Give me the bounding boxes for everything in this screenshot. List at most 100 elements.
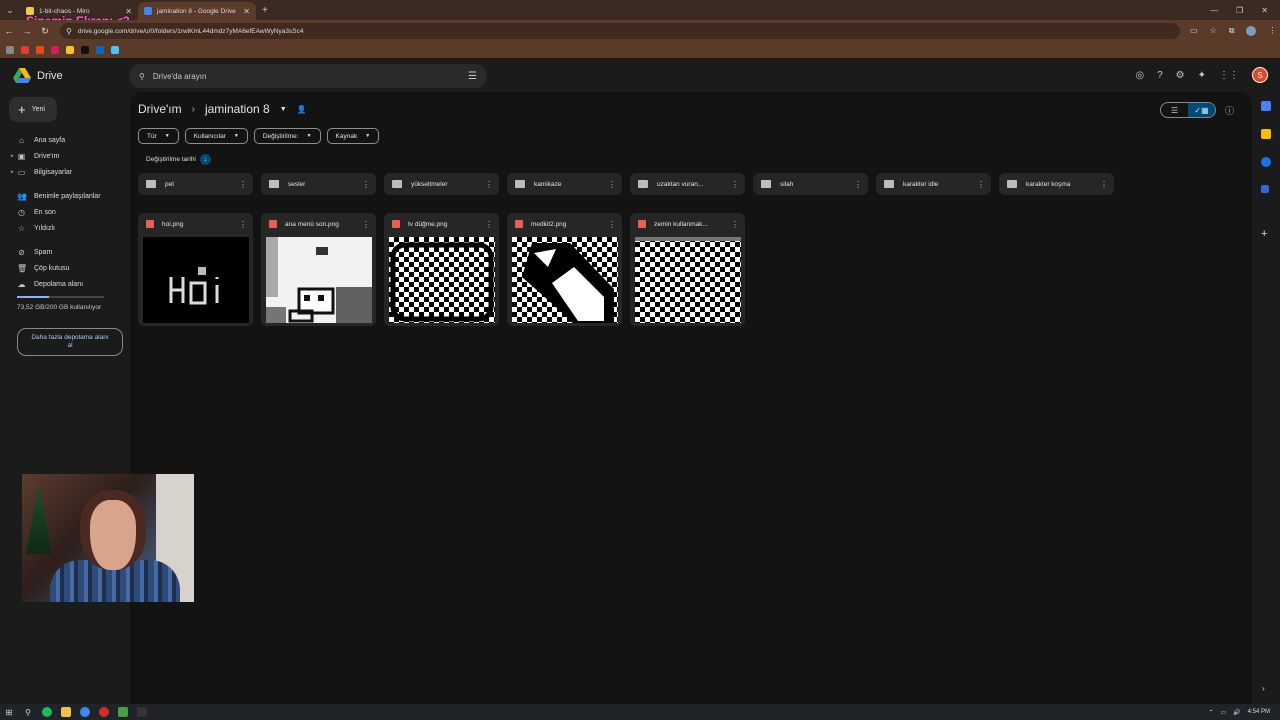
settings-gear-icon[interactable]: ⚙ [1176,70,1185,81]
folder-card[interactable]: kamikaze ⋮ [507,173,622,195]
sidebar-item-trash[interactable]: 🗑 Çöp kutusu [17,261,69,275]
chevron-down-icon[interactable]: ▼ [280,106,287,113]
app-icon[interactable] [118,707,128,717]
back-icon[interactable]: ← [0,26,18,36]
minimize-icon[interactable]: — [1210,6,1218,15]
obs-icon[interactable] [137,707,147,717]
more-options-icon[interactable]: ⋮ [731,180,739,189]
more-options-icon[interactable]: ⋮ [854,180,862,189]
tasks-icon[interactable] [1261,157,1271,167]
add-addon-icon[interactable]: + [1261,228,1267,240]
expand-panel-icon[interactable]: › [1262,684,1265,693]
opera-icon[interactable] [99,707,109,717]
file-card[interactable]: tv düğme.png ⋮ [384,213,499,326]
more-options-icon[interactable]: ⋮ [977,180,985,189]
keep-icon[interactable] [1261,129,1271,139]
contacts-icon[interactable] [1261,185,1269,193]
close-icon[interactable]: ✕ [243,7,250,16]
taskbar-search-icon[interactable]: ⚲ [23,707,33,717]
apps-icon[interactable] [6,46,14,54]
file-card[interactable]: hoi.png ⋮ [138,213,253,326]
file-card[interactable]: zemin kullanmak... ⋮ [630,213,745,326]
pinterest-bookmark-icon[interactable] [51,46,59,54]
linkedin-bookmark-icon[interactable] [96,46,104,54]
get-more-storage-button[interactable]: Daha fazla depolama alanı al [17,328,123,356]
account-avatar[interactable]: S [1252,67,1268,83]
url-field[interactable]: ⚲ drive.google.com/drive/u/0/folders/1rw… [60,23,1180,39]
more-options-icon[interactable]: ⋮ [1100,180,1108,189]
bookmark-star-icon[interactable]: ☆ [1210,26,1217,36]
sidebar-item-my-drive[interactable]: ▣ Drive'ım [17,149,60,163]
folder-card[interactable]: sesler ⋮ [261,173,376,195]
more-options-icon[interactable]: ⋮ [608,220,616,229]
tiktok-bookmark-icon[interactable] [81,46,89,54]
more-options-icon[interactable]: ⋮ [485,220,493,229]
tab-search-icon[interactable]: ⌄ [0,0,20,20]
help-icon[interactable]: ? [1157,70,1163,81]
more-options-icon[interactable]: ⋮ [485,180,493,189]
site-info-icon[interactable]: ⚲ [66,27,72,36]
filter-modified[interactable]: Değiştirilme: ▼ [253,128,321,144]
folder-card[interactable]: pet ⋮ [138,173,253,195]
new-tab-icon[interactable]: + [262,5,268,16]
sidebar-item-home[interactable]: ⌂ Ana sayfa [17,133,65,147]
extensions-icon[interactable]: ⧉ [1229,26,1235,36]
more-options-icon[interactable]: ⋮ [362,220,370,229]
list-view-button[interactable]: ☰ [1161,103,1188,117]
file-card[interactable]: medkit2.png ⋮ [507,213,622,326]
folder-card[interactable]: karakter idle ⋮ [876,173,991,195]
volume-icon[interactable]: 🔊 [1233,709,1240,716]
folder-card[interactable]: uzaktan vuran... ⋮ [630,173,745,195]
chrome-icon[interactable] [80,707,90,717]
folder-card[interactable]: silah ⋮ [753,173,868,195]
breadcrumb-current-folder[interactable]: jamination 8 [205,102,270,116]
info-icon[interactable]: ⓘ [1225,104,1234,117]
file-card[interactable]: ana menü son.png ⋮ [261,213,376,326]
sidebar-item-storage[interactable]: ☁ Depolama alanı [17,277,84,291]
new-button[interactable]: + Yeni [9,97,57,122]
calendar-icon[interactable] [1261,101,1271,111]
sort-control[interactable]: Değiştirilme tarihi ↓ [146,154,211,165]
folder-card[interactable]: karakter koşma ⋮ [999,173,1114,195]
search-input[interactable]: ⚲ Drive'da arayın ☰ [129,64,487,88]
filter-people[interactable]: Kullanıcılar ▼ [184,128,248,144]
folder-card[interactable]: yükseltmeler ⋮ [384,173,499,195]
offline-status-icon[interactable]: ◎ [1135,70,1144,81]
search-options-icon[interactable]: ☰ [468,71,477,82]
filter-source[interactable]: Kaynak ▼ [326,128,380,144]
reload-icon[interactable]: ↻ [36,26,54,37]
more-options-icon[interactable]: ⋮ [731,220,739,229]
apps-grid-icon[interactable]: ⋮⋮ [1219,70,1239,81]
start-windows-icon[interactable]: ⊞ [4,707,14,717]
spotify-icon[interactable] [42,707,52,717]
restore-icon[interactable]: ❐ [1236,6,1243,15]
sidebar-item-spam[interactable]: ⊘ Spam [17,245,52,259]
youtube-bookmark-icon[interactable] [21,46,29,54]
reddit-bookmark-icon[interactable] [36,46,44,54]
filter-type[interactable]: Tür ▼ [138,128,179,144]
breadcrumb-my-drive[interactable]: Drive'ım [138,102,182,116]
sparkle-bookmark-icon[interactable] [111,46,119,54]
grid-view-button[interactable]: ✓▦ [1188,103,1215,117]
file-explorer-icon[interactable] [61,707,71,717]
forward-icon[interactable]: → [18,26,36,36]
more-options-icon[interactable]: ⋮ [239,180,247,189]
more-options-icon[interactable]: ⋮ [608,180,616,189]
more-options-icon[interactable]: ⋮ [362,180,370,189]
more-options-icon[interactable]: ⋮ [239,220,247,229]
network-icon[interactable]: ▭ [1220,709,1226,716]
profile-avatar[interactable] [1246,26,1257,36]
sort-arrow-down-icon[interactable]: ↓ [199,154,211,165]
gemini-sparkle-icon[interactable]: ✦ [1198,70,1206,81]
sidebar-item-recent[interactable]: ◷ En son [17,205,56,219]
window-close-icon[interactable]: ✕ [1261,6,1268,15]
cast-icon[interactable]: ▭ [1190,26,1198,36]
clock-time[interactable]: 4:54 PM [1248,709,1270,715]
sidebar-item-computers[interactable]: ▭ Bilgisayarlar [17,165,72,179]
sidebar-item-shared[interactable]: 👥 Benimle paylaşılanlar [17,189,101,203]
drive-logo[interactable]: Drive [13,68,63,84]
miro-bookmark-icon[interactable] [66,46,74,54]
expand-arrow-icon[interactable]: ▸ [11,153,14,159]
tab-google-drive[interactable]: jamination 8 - Google Drive ✕ [138,2,256,20]
tray-chevron-icon[interactable]: ⌃ [1208,709,1213,716]
